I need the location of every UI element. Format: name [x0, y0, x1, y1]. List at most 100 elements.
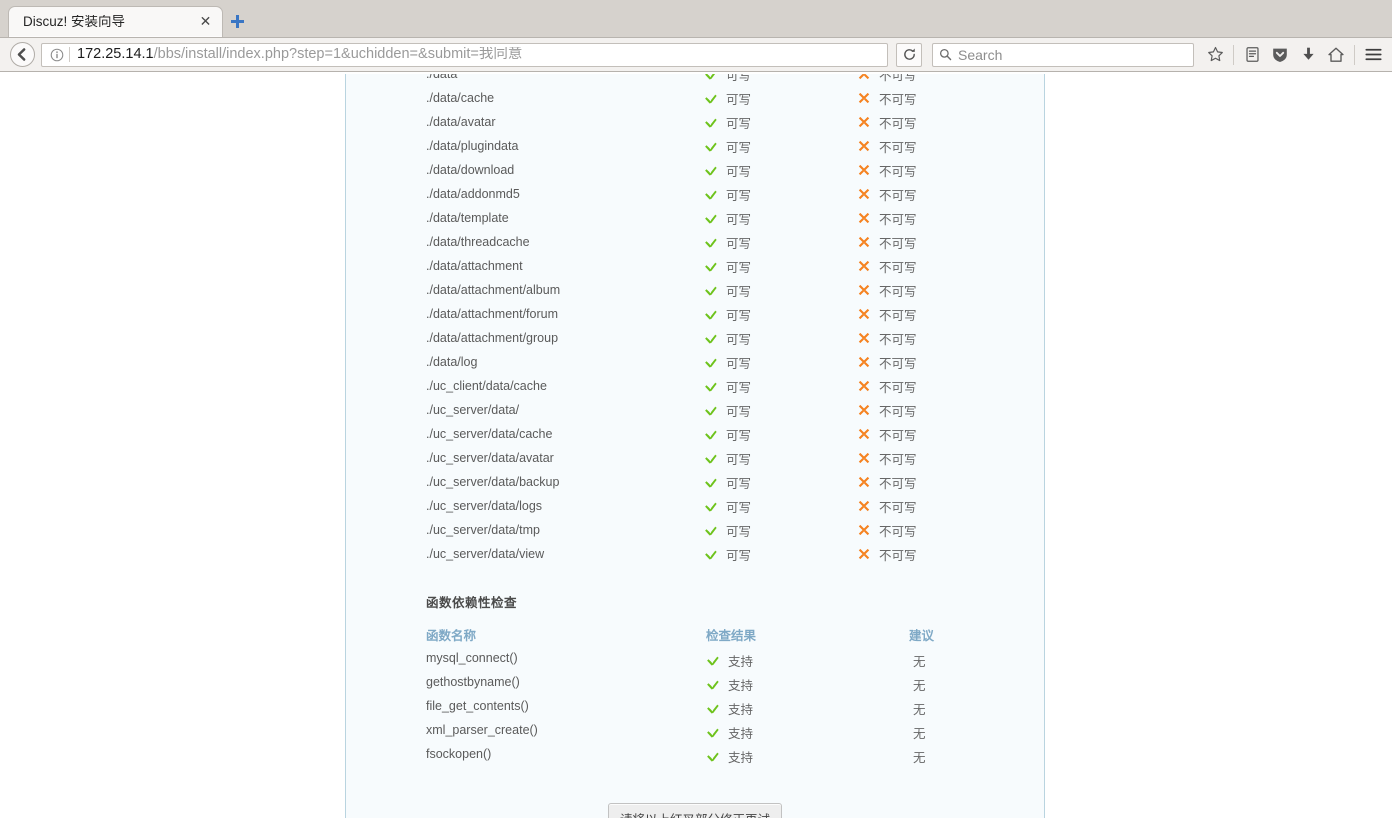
writable-status: 可写 [704, 137, 751, 156]
function-result: 支持 [706, 747, 753, 766]
not-writable-label: 不可写 [879, 140, 917, 155]
directory-path: ./uc_server/data/cache [426, 427, 553, 441]
support-label: 支持 [728, 679, 754, 693]
check-icon [704, 140, 717, 153]
not-writable-label: 不可写 [879, 164, 917, 179]
back-icon[interactable] [10, 42, 35, 67]
check-icon [704, 404, 717, 417]
bookmark-star-icon[interactable] [1202, 42, 1228, 68]
table-row: file_get_contents() 支持 无 [346, 699, 1044, 723]
submit-row: 请将以上红叉部分修正再试 [346, 803, 1044, 818]
writable-label: 可写 [726, 452, 752, 467]
table-row: ./data/attachment 可写 不可写 [346, 254, 1044, 278]
function-name: fsockopen() [426, 747, 492, 761]
directory-path: ./uc_server/data/backup [426, 475, 560, 489]
cross-icon [858, 236, 870, 248]
cross-icon [858, 548, 870, 560]
info-icon[interactable] [48, 46, 65, 63]
advice-value: 无 [913, 655, 926, 669]
column-header-function-name: 函数名称 [426, 629, 477, 643]
cross-icon [858, 260, 870, 272]
writable-status: 可写 [704, 521, 751, 540]
directory-path: ./data/attachment [426, 259, 523, 273]
check-icon [704, 476, 717, 489]
not-writable-status: 不可写 [858, 377, 917, 396]
check-icon [706, 702, 719, 715]
reload-icon[interactable] [896, 42, 922, 67]
not-writable-label: 不可写 [879, 500, 917, 515]
table-row: ./uc_server/data/tmp 可写 不可写 [346, 518, 1044, 542]
not-writable-status: 不可写 [858, 401, 917, 420]
not-writable-status: 不可写 [858, 305, 917, 324]
directory-path: ./uc_server/data/ [426, 403, 520, 417]
check-icon [704, 524, 717, 537]
home-icon[interactable] [1323, 42, 1349, 68]
directory-path: ./data/plugindata [426, 139, 519, 153]
table-row: gethostbyname() 支持 无 [346, 675, 1044, 699]
table-row: ./uc_server/data/view 可写 不可写 [346, 542, 1044, 566]
column-header-check-result: 检查结果 [706, 629, 757, 643]
browser-tab-discuz[interactable]: Discuz! 安装向导 ✕ [8, 6, 223, 37]
writable-label: 可写 [726, 116, 752, 131]
writable-label: 可写 [726, 380, 752, 395]
writable-label: 可写 [726, 188, 752, 203]
writable-status: 可写 [704, 545, 751, 564]
address-bar[interactable]: 172.25.14.1/bbs/install/index.php?step=1… [41, 42, 888, 67]
directory-path: ./data/template [426, 211, 509, 225]
function-result: 支持 [706, 651, 753, 670]
table-row: ./data/download 可写 不可写 [346, 158, 1044, 182]
close-icon[interactable]: ✕ [197, 14, 214, 31]
check-icon [704, 380, 717, 393]
support-label: 支持 [728, 751, 754, 765]
not-writable-label: 不可写 [879, 188, 917, 203]
writable-label: 可写 [726, 476, 752, 491]
navigation-toolbar: 172.25.14.1/bbs/install/index.php?step=1… [0, 38, 1392, 72]
function-result: 支持 [706, 723, 753, 742]
check-icon [704, 74, 717, 81]
writable-label: 可写 [726, 236, 752, 251]
menu-hamburger-icon[interactable] [1360, 42, 1386, 68]
plus-icon[interactable] [223, 6, 251, 37]
function-table-header: 函数名称 检查结果 建议 [346, 625, 1044, 651]
writable-status: 可写 [704, 233, 751, 252]
not-writable-label: 不可写 [879, 428, 917, 443]
writable-status: 可写 [704, 74, 751, 84]
table-row: ./uc_server/data/backup 可写 不可写 [346, 470, 1044, 494]
reader-library-icon[interactable] [1239, 42, 1265, 68]
pocket-shield-icon[interactable] [1267, 42, 1293, 68]
writable-label: 可写 [726, 548, 752, 563]
cross-icon [858, 428, 870, 440]
cross-icon [858, 92, 870, 104]
advice-value: 无 [913, 751, 926, 765]
support-label: 支持 [728, 727, 754, 741]
writable-label: 可写 [726, 92, 752, 107]
not-writable-status: 不可写 [858, 185, 917, 204]
check-icon [704, 500, 717, 513]
check-icon [706, 678, 719, 691]
table-row: ./uc_server/data/cache 可写 不可写 [346, 422, 1044, 446]
not-writable-status: 不可写 [858, 497, 917, 516]
not-writable-status: 不可写 [858, 257, 917, 276]
cross-icon [858, 476, 870, 488]
writable-status: 可写 [704, 305, 751, 324]
not-writable-label: 不可写 [879, 524, 917, 539]
toolbar-divider-2 [1354, 44, 1355, 65]
table-row: xml_parser_create() 支持 无 [346, 723, 1044, 747]
table-row: ./data/avatar 可写 不可写 [346, 110, 1044, 134]
not-writable-label: 不可写 [879, 284, 917, 299]
writable-label: 可写 [726, 308, 752, 323]
page-viewport: ./data 可写 不可写 ./data/cache 可写 不可写 ./data/avata… [0, 74, 1392, 818]
writable-status: 可写 [704, 449, 751, 468]
table-row: ./data/log 可写 不可写 [346, 350, 1044, 374]
check-icon [704, 548, 717, 561]
downloads-icon[interactable] [1295, 42, 1321, 68]
writable-status: 可写 [704, 497, 751, 516]
directory-path: ./uc_client/data/cache [426, 379, 547, 393]
fix-and-retry-button[interactable]: 请将以上红叉部分修正再试 [607, 803, 782, 818]
search-input[interactable]: Search [932, 42, 1194, 67]
install-wizard-panel: ./data 可写 不可写 ./data/cache 可写 不可写 ./data/avata… [345, 74, 1045, 818]
check-icon [706, 654, 719, 667]
writable-label: 可写 [726, 284, 752, 299]
function-check-heading: 函数依赖性检查 [426, 596, 518, 610]
cross-icon [858, 308, 870, 320]
